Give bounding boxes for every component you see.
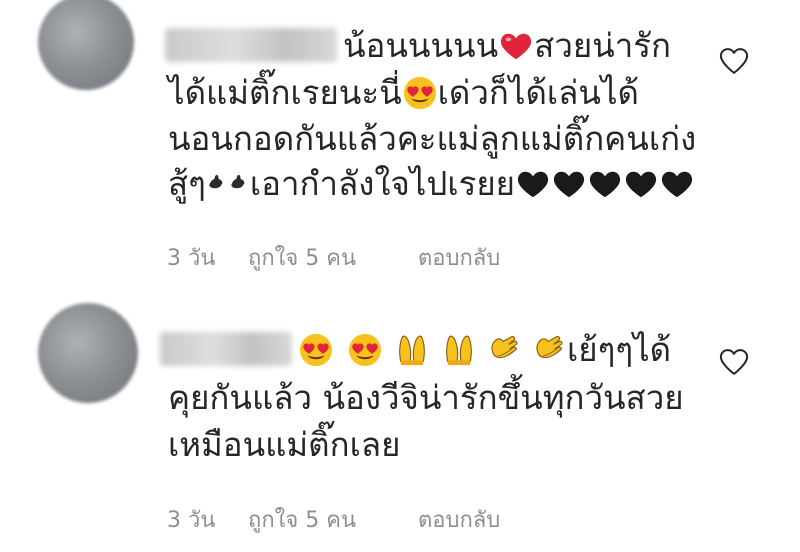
heart-eyes-icon	[299, 333, 333, 367]
praying-hands-icon	[442, 333, 476, 367]
comment-text-line-1: เย้ๆๆได้	[298, 330, 671, 370]
comment-meta: 3 วัน ถูกใจ 5 คน ตอบกลับ	[0, 502, 800, 533]
comment-text-line-3: เหมือนแม่ติ๊กเลย	[168, 425, 400, 465]
like-count[interactable]: ถูกใจ 5 คน	[248, 502, 356, 537]
comment-text: เหมือนแม่ติ๊กเลย	[168, 425, 401, 464]
comment-2: เย้ๆๆได้ คุยกันแล้ว น้องวีจิน่ารักขึ้นทุ…	[0, 0, 800, 552]
reply-button[interactable]: ตอบกลับ	[418, 502, 500, 537]
comment-text: คุยกันแล้ว น้องวีจิน่ารักขึ้นทุกวันสวย	[168, 378, 684, 417]
comment-text: เย้ๆๆได้	[567, 330, 672, 369]
avatar[interactable]	[38, 303, 138, 403]
clapping-hands-icon	[532, 333, 566, 367]
heart-eyes-icon	[348, 333, 382, 367]
comment-text-line-2: คุยกันแล้ว น้องวีจิน่ารักขึ้นทุกวันสวย	[168, 378, 684, 418]
heart-outline-icon[interactable]	[719, 348, 749, 376]
clapping-hands-icon	[487, 333, 521, 367]
username-blurred[interactable]	[160, 332, 292, 366]
praying-hands-icon	[395, 333, 429, 367]
comment-timestamp[interactable]: 3 วัน	[167, 502, 215, 537]
